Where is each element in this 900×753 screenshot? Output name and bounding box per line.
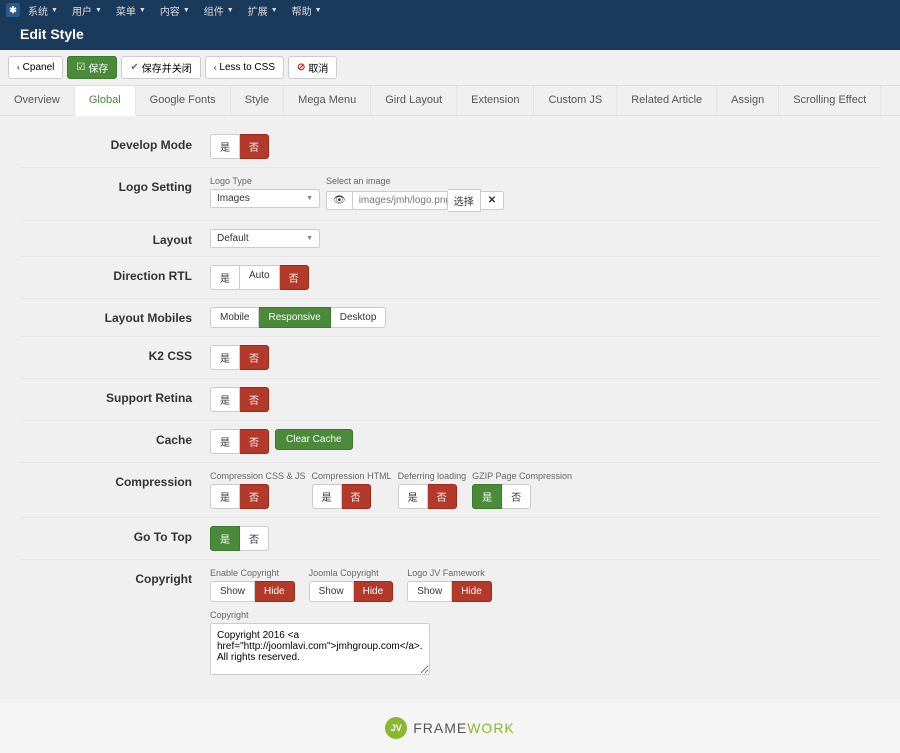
topmenu-menus[interactable]: 菜单▼: [110, 1, 152, 20]
settings-panel: Develop Mode 是 否 Logo Setting Logo Type …: [0, 116, 900, 703]
footer: JV FRAMEWORK: [0, 703, 900, 753]
preview-image-icon[interactable]: 👁: [326, 191, 353, 210]
tab-mega-menu[interactable]: Mega Menu: [284, 86, 371, 115]
page-title: Edit Style: [20, 26, 880, 42]
cache-toggle[interactable]: 是 否: [210, 429, 269, 454]
joomla-logo-icon[interactable]: ✱: [6, 3, 20, 17]
topmenu-components[interactable]: 组件▼: [198, 1, 240, 20]
enable-copyright-toggle[interactable]: ShowHide: [210, 581, 295, 602]
tab-extension[interactable]: Extension: [457, 86, 534, 115]
label-layout-mobiles: Layout Mobiles: [20, 307, 210, 325]
label-develop-mode: Develop Mode: [20, 134, 210, 152]
label-direction-rtl: Direction RTL: [20, 265, 210, 283]
tab-bar: Overview Global Google Fonts Style Mega …: [0, 86, 900, 116]
layout-mobiles-toggle[interactable]: Mobile Responsive Desktop: [210, 307, 386, 328]
tab-overview[interactable]: Overview: [0, 86, 75, 115]
tab-assign[interactable]: Assign: [717, 86, 779, 115]
tab-scrolling-effect[interactable]: Scrolling Effect: [779, 86, 881, 115]
label-cache: Cache: [20, 429, 210, 447]
topmenu-users[interactable]: 用户▼: [66, 1, 108, 20]
label-k2-css: K2 CSS: [20, 345, 210, 363]
clear-cache-button[interactable]: Clear Cache: [275, 429, 353, 450]
topmenu-content[interactable]: 内容▼: [154, 1, 196, 20]
clear-image-button[interactable]: ✕: [481, 191, 504, 210]
tab-global[interactable]: Global: [75, 86, 136, 116]
tab-grid-layout[interactable]: Gird Layout: [371, 86, 457, 115]
logo-type-select[interactable]: Images▼: [210, 189, 320, 208]
tab-custom-js[interactable]: Custom JS: [534, 86, 617, 115]
label-compression: Compression: [20, 471, 210, 489]
topmenu-system[interactable]: 系统▼: [22, 1, 64, 20]
label-logo-setting: Logo Setting: [20, 176, 210, 194]
label-layout: Layout: [20, 229, 210, 247]
label-select-image: Select an image: [326, 176, 504, 186]
direction-rtl-toggle[interactable]: 是 Auto 否: [210, 265, 309, 290]
action-toolbar: ‹Cpanel ☑保存 ✔保存并关闭 ‹Less to CSS ⊘取消: [0, 50, 900, 86]
browse-image-button[interactable]: 选择: [448, 189, 481, 212]
topmenu-help[interactable]: 帮助▼: [286, 1, 328, 20]
layout-select[interactable]: Default▼: [210, 229, 320, 248]
logo-image-path[interactable]: images/jmh/logo.png: [353, 191, 448, 210]
cancel-button[interactable]: ⊘取消: [288, 56, 337, 79]
label-support-retina: Support Retina: [20, 387, 210, 405]
develop-mode-toggle[interactable]: 是 否: [210, 134, 269, 159]
tab-google-fonts[interactable]: Google Fonts: [136, 86, 231, 115]
compression-cssjs-toggle[interactable]: 是否: [210, 484, 306, 509]
jv-logo-toggle[interactable]: ShowHide: [407, 581, 492, 602]
gotop-toggle[interactable]: 是 否: [210, 526, 269, 551]
save-button[interactable]: ☑保存: [67, 56, 117, 79]
footer-brand: FRAMEWORK: [413, 720, 515, 736]
label-go-to-top: Go To Top: [20, 526, 210, 544]
label-logo-type: Logo Type: [210, 176, 320, 186]
k2-css-toggle[interactable]: 是 否: [210, 345, 269, 370]
less-to-css-button[interactable]: ‹Less to CSS: [205, 56, 284, 79]
save-close-button[interactable]: ✔保存并关闭: [121, 56, 200, 79]
tab-style[interactable]: Style: [231, 86, 284, 115]
compression-html-toggle[interactable]: 是否: [312, 484, 392, 509]
label-copyright: Copyright: [20, 568, 210, 586]
admin-topbar: ✱ 系统▼ 用户▼ 菜单▼ 内容▼ 组件▼ 扩展▼ 帮助▼: [0, 0, 900, 20]
copyright-textarea[interactable]: [210, 623, 430, 675]
retina-toggle[interactable]: 是 否: [210, 387, 269, 412]
topmenu-extensions[interactable]: 扩展▼: [242, 1, 284, 20]
deferring-toggle[interactable]: 是否: [398, 484, 467, 509]
joomla-copyright-toggle[interactable]: ShowHide: [309, 581, 394, 602]
page-titlebar: Edit Style: [0, 20, 900, 50]
tab-related-article[interactable]: Related Article: [617, 86, 717, 115]
jv-badge-icon: JV: [385, 717, 407, 739]
gzip-toggle[interactable]: 是否: [472, 484, 572, 509]
cpanel-button[interactable]: ‹Cpanel: [8, 56, 63, 79]
